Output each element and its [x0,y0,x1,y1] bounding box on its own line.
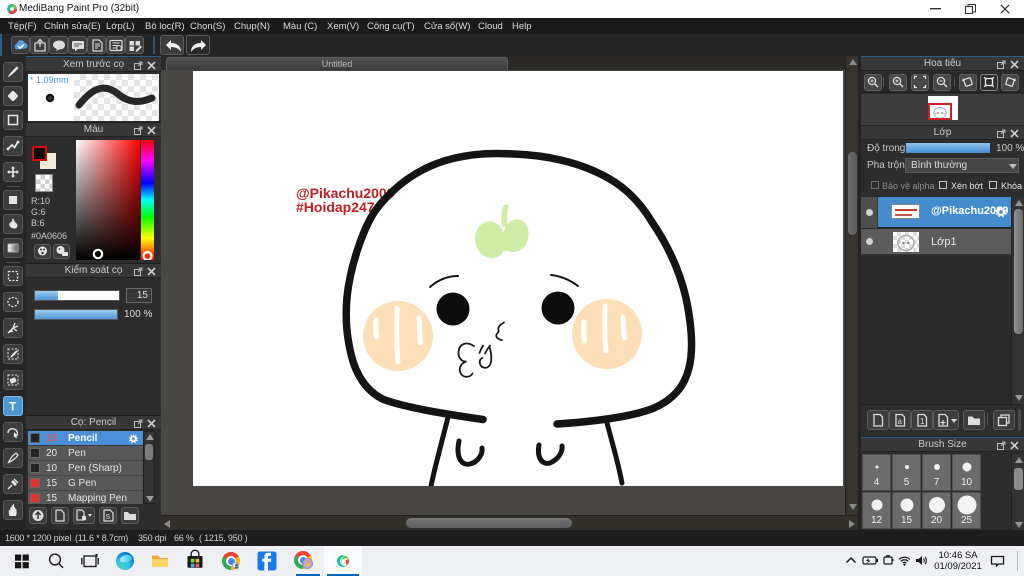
svg-text:a: a [898,417,903,426]
svg-text:#Hoidap247: #Hoidap247 [296,199,375,215]
svg-text:1: 1 [920,417,925,426]
svg-text:T: T [9,400,17,414]
svg-text:S: S [106,514,111,521]
